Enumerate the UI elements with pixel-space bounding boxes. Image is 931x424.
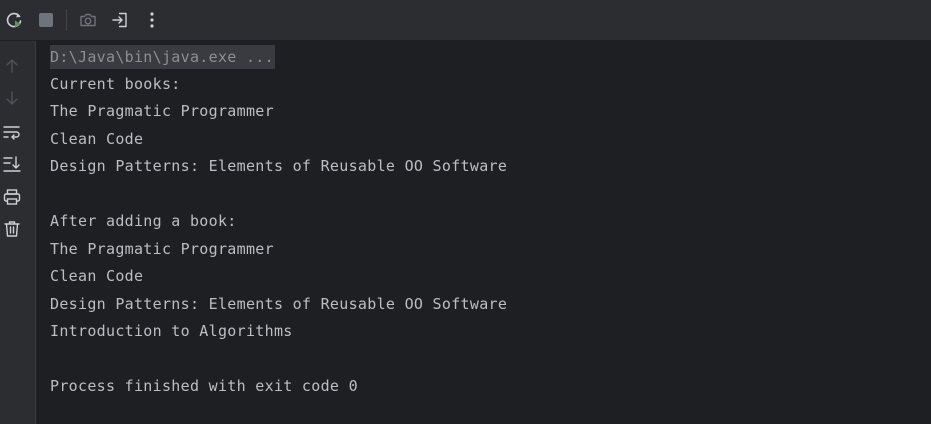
- output-line: Design Patterns: Elements of Reusable OO…: [50, 295, 508, 313]
- trash-icon[interactable]: [0, 217, 24, 241]
- output-line: Design Patterns: Elements of Reusable OO…: [50, 157, 508, 175]
- soft-wrap-icon[interactable]: [0, 120, 24, 144]
- exit-status-line: Process finished with exit code 0: [50, 377, 358, 395]
- more-vertical-icon[interactable]: [140, 8, 164, 32]
- exit-icon[interactable]: [108, 8, 132, 32]
- arrow-down-icon[interactable]: [0, 86, 24, 110]
- output-line: The Pragmatic Programmer: [50, 102, 274, 120]
- output-line: After adding a book:: [50, 212, 237, 230]
- output-line: Clean Code: [50, 130, 144, 148]
- console-output[interactable]: D:\Java\bin\java.exe ... Current books: …: [36, 41, 931, 424]
- output-line: Current books:: [50, 75, 181, 93]
- console-gutter: [0, 41, 36, 424]
- run-console-window: D:\Java\bin\java.exe ... Current books: …: [0, 0, 931, 424]
- scroll-to-end-icon[interactable]: [0, 152, 24, 176]
- arrow-up-icon[interactable]: [0, 54, 24, 78]
- stop-icon[interactable]: [34, 8, 58, 32]
- camera-icon[interactable]: [76, 8, 100, 32]
- command-line[interactable]: D:\Java\bin\java.exe ...: [50, 45, 275, 69]
- print-icon[interactable]: [0, 185, 24, 209]
- toolbar-separator: [66, 9, 67, 31]
- output-line: Introduction to Algorithms: [50, 322, 293, 340]
- run-toolbar: [0, 0, 931, 41]
- output-line: Clean Code: [50, 267, 144, 285]
- rerun-icon[interactable]: [2, 8, 26, 32]
- output-line: The Pragmatic Programmer: [50, 240, 274, 258]
